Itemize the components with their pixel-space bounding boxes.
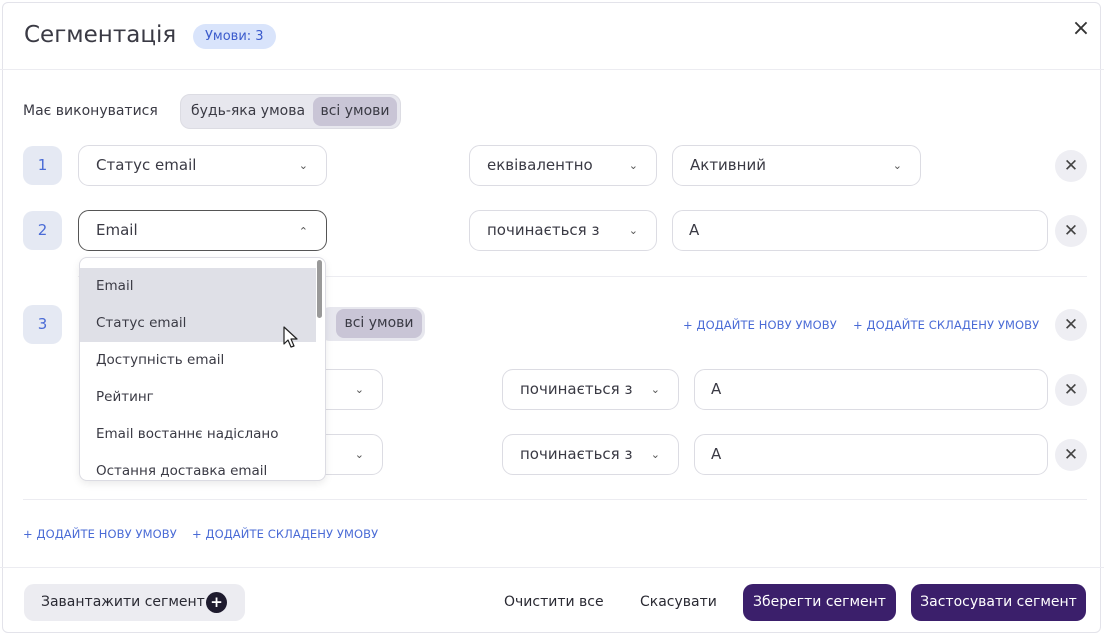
remove-condition-icon[interactable]: ✕	[1055, 215, 1087, 247]
plus-icon: +	[206, 592, 227, 613]
save-segment-button[interactable]: Зберегти сегмент	[743, 584, 896, 621]
operator-select-value: починається з	[487, 221, 600, 239]
condition-number: 2	[23, 211, 62, 250]
remove-condition-icon[interactable]: ✕	[1055, 374, 1087, 406]
dropdown-option[interactable]: Доступність email	[80, 342, 316, 379]
value-input[interactable]: A	[672, 210, 1048, 251]
dropdown-option[interactable]: Остання доставка email	[80, 453, 316, 480]
field-select-value: Статус email	[96, 156, 197, 174]
operator-select[interactable]: починається з ⌄	[469, 210, 657, 251]
field-select-value: Email	[96, 221, 138, 239]
load-segment-button[interactable]: Завантажити сегмент +	[24, 584, 245, 621]
group-match-toggle[interactable]: всі умови	[320, 307, 425, 341]
mouse-pointer-icon	[283, 326, 298, 348]
chevron-down-icon: ⌄	[298, 159, 308, 172]
operator-select[interactable]: починається з ⌄	[502, 369, 679, 410]
conditions-count-badge: Умови: 3	[193, 24, 276, 49]
condition-number: 1	[23, 146, 62, 185]
match-toggle[interactable]: будь-яка умова всі умови	[180, 94, 401, 129]
operator-select-value: еквівалентно	[487, 156, 593, 174]
chevron-down-icon: ⌄	[354, 383, 364, 396]
operator-select[interactable]: починається з ⌄	[502, 434, 679, 475]
chevron-down-icon: ⌄	[892, 159, 902, 172]
value-input[interactable]: A	[694, 369, 1048, 410]
load-segment-label: Завантажити сегмент	[41, 594, 205, 610]
cancel-button[interactable]: Скасувати	[640, 594, 717, 610]
value-select[interactable]: Активний ⌄	[672, 145, 921, 186]
group-toggle-all-conditions[interactable]: всі умови	[336, 309, 422, 338]
value-select-value: Активний	[690, 156, 766, 174]
remove-group-icon[interactable]: ✕	[1055, 309, 1087, 341]
chevron-down-icon: ⌄	[650, 448, 660, 461]
chevron-up-icon: ⌃	[298, 225, 308, 238]
dropdown-option[interactable]: Email востаннє надіслано	[80, 416, 316, 453]
dropdown-scrollbar[interactable]	[317, 260, 322, 318]
operator-select-value: починається з	[520, 445, 633, 463]
group-add-condition-link[interactable]: + ДОДАЙТЕ НОВУ УМОВУ	[683, 318, 837, 332]
field-dropdown-list[interactable]: Email Статус email Доступність email Рей…	[79, 257, 326, 481]
field-select-open[interactable]: Email ⌃	[78, 210, 327, 251]
close-icon[interactable]: ×	[1068, 16, 1094, 42]
operator-select[interactable]: еквівалентно ⌄	[469, 145, 657, 186]
dropdown-option[interactable]: Статус email	[80, 305, 316, 342]
toggle-all-conditions[interactable]: всі умови	[313, 97, 397, 126]
apply-segment-button[interactable]: Застосувати сегмент	[911, 584, 1086, 621]
remove-condition-icon[interactable]: ✕	[1055, 439, 1087, 471]
chevron-down-icon: ⌄	[354, 448, 364, 461]
add-complex-condition-link[interactable]: + ДОДАЙТЕ СКЛАДЕНУ УМОВУ	[192, 527, 378, 541]
chevron-down-icon: ⌄	[628, 224, 638, 237]
remove-condition-icon[interactable]: ✕	[1055, 150, 1087, 182]
match-label: Має виконуватися	[23, 103, 158, 119]
field-select[interactable]: Статус email ⌄	[78, 145, 327, 186]
group-add-complex-condition-link[interactable]: + ДОДАЙТЕ СКЛАДЕНУ УМОВУ	[853, 318, 1039, 332]
footer-divider	[0, 567, 1104, 568]
modal-header: Сегментація Умови: 3 ×	[0, 0, 1104, 70]
chevron-down-icon: ⌄	[650, 383, 660, 396]
modal-title: Сегментація	[24, 22, 177, 48]
condition-number: 3	[23, 305, 62, 344]
dropdown-option[interactable]: Рейтинг	[80, 379, 316, 416]
operator-select-value: починається з	[520, 380, 633, 398]
divider	[23, 499, 1087, 500]
dropdown-option[interactable]: Email	[80, 268, 316, 305]
toggle-any-condition[interactable]: будь-яка умова	[185, 97, 311, 126]
value-input[interactable]: A	[694, 434, 1048, 475]
chevron-down-icon: ⌄	[628, 159, 638, 172]
clear-all-button[interactable]: Очистити все	[504, 594, 604, 610]
add-condition-link[interactable]: + ДОДАЙТЕ НОВУ УМОВУ	[23, 527, 177, 541]
